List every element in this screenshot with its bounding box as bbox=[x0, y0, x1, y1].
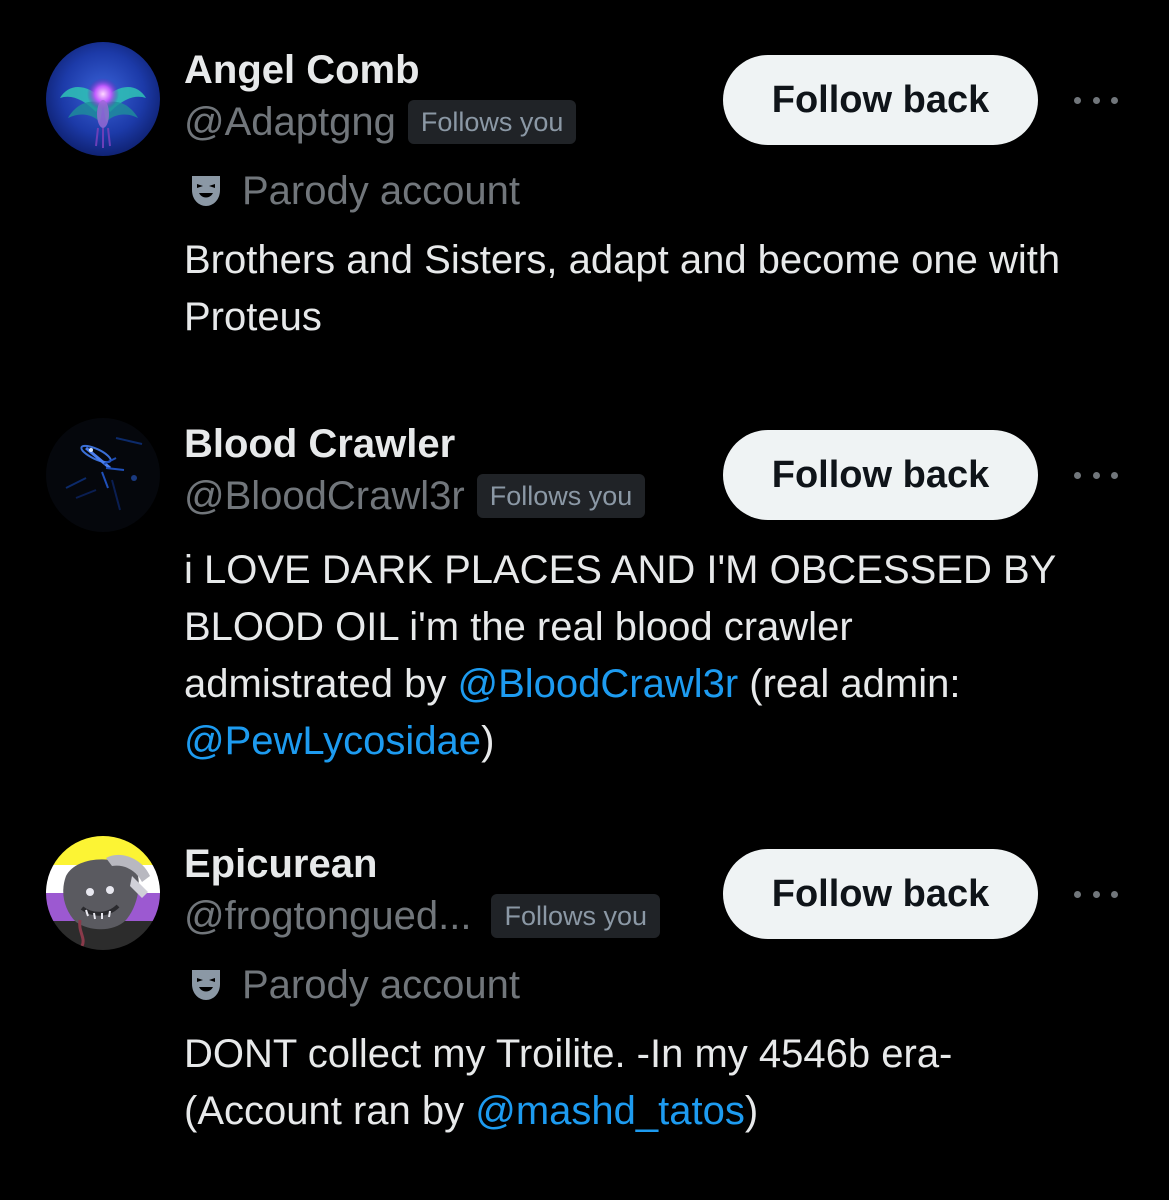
avatar[interactable] bbox=[46, 418, 160, 532]
dark-crawler-avatar-icon bbox=[46, 418, 160, 532]
bio: i LOVE DARK PLACES AND I'M OBCESSED BY B… bbox=[184, 548, 1056, 763]
parody-label: Parody account bbox=[184, 163, 1064, 219]
theater-mask-icon bbox=[192, 176, 220, 206]
parody-label: Parody account bbox=[184, 957, 1064, 1013]
more-options-icon[interactable] bbox=[1074, 884, 1118, 904]
bio: DONT collect my Troilite. -In my 4546b e… bbox=[184, 1032, 953, 1133]
follow-back-button[interactable]: Follow back bbox=[723, 430, 1038, 520]
avatar[interactable] bbox=[46, 836, 160, 950]
follower-list: Angel Comb @Adaptgng Follows you Parody … bbox=[0, 0, 1169, 1200]
user-cell[interactable]: Angel Comb @Adaptgng Follows you Parody … bbox=[0, 0, 1169, 390]
user-cell[interactable]: Epicurean @frogtongued... Follows you Pa… bbox=[0, 820, 1169, 1200]
username[interactable]: @BloodCrawl3r bbox=[184, 470, 465, 522]
follows-you-badge: Follows you bbox=[476, 474, 646, 518]
nonbinary-flag-creature-avatar-icon bbox=[46, 836, 160, 950]
username[interactable]: @Adaptgng bbox=[184, 96, 396, 148]
theater-mask-icon bbox=[192, 970, 220, 1000]
mention-link[interactable]: @mashd_tatos bbox=[475, 1089, 745, 1133]
username[interactable]: @frogtongued... bbox=[184, 890, 471, 942]
more-options-icon[interactable] bbox=[1074, 465, 1118, 485]
follow-back-button[interactable]: Follow back bbox=[723, 849, 1038, 939]
glowing-angel-avatar-icon bbox=[46, 42, 160, 156]
user-cell[interactable]: Blood Crawler @BloodCrawl3r Follows you … bbox=[0, 390, 1169, 820]
more-options-icon[interactable] bbox=[1074, 90, 1118, 110]
bio: Brothers and Sisters, adapt and become o… bbox=[184, 238, 1061, 339]
avatar[interactable] bbox=[46, 42, 160, 156]
follows-you-badge: Follows you bbox=[407, 100, 577, 144]
mention-link[interactable]: @BloodCrawl3r bbox=[457, 662, 738, 706]
mention-link[interactable]: @PewLycosidae bbox=[184, 719, 481, 763]
follows-you-badge: Follows you bbox=[491, 894, 661, 938]
follow-back-button[interactable]: Follow back bbox=[723, 55, 1038, 145]
